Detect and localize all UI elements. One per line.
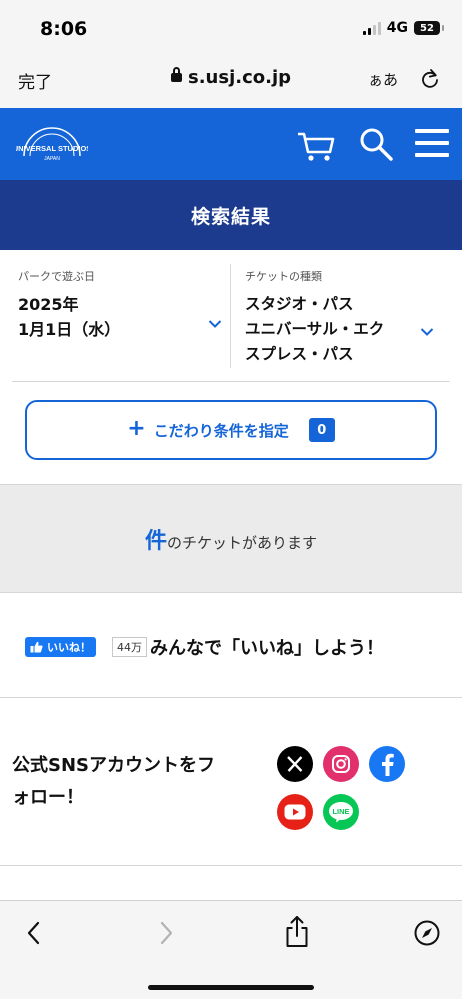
signal-icon [362,21,381,35]
sns-title-line-2: ォロー！ [12,787,84,808]
battery-icon: 52 [414,21,444,35]
sns-title: 公式SNSアカウントをフ ォロー！ [12,750,252,814]
x-icon[interactable] [277,746,313,782]
line-icon[interactable]: LINE [323,794,359,830]
instagram-icon[interactable] [323,746,359,782]
specify-conditions-label: こだわり条件を指定 [153,421,289,440]
search-icon[interactable] [358,126,394,166]
date-filter[interactable]: パークで遊ぶ日 2025年 1月1日（水） [18,264,222,368]
home-indicator [148,985,314,990]
like-section: いいね！ 44万 みんなで「いいね」しよう！ [0,592,462,698]
like-count: 44万 [112,637,147,657]
ticket-type-filter-label: チケットの種類 [245,270,322,283]
results-summary: 件のチケットがあります [0,484,462,592]
menu-icon[interactable] [415,128,449,162]
youtube-icon[interactable] [277,794,313,830]
lock-icon [170,67,182,82]
specify-conditions-button[interactable]: + こだわり条件を指定 0 [25,400,437,460]
cart-icon[interactable] [296,130,336,166]
battery-level: 52 [420,22,434,34]
date-value-day: 1月1日（水） [18,320,121,339]
ticket-type-filter[interactable]: チケットの種類 スタジオ・パス ユニバーサル・エク スプレス・パス [230,264,450,368]
date-value-year: 2025年 [18,295,79,314]
logo-text-bottom: JAPAN [44,156,60,162]
results-text: 件のチケットがあります [145,523,317,555]
page-title-bar: 検索結果 [0,180,462,250]
date-filter-label: パークで遊ぶ日 [18,270,95,283]
like-button-label: いいね！ [47,641,91,654]
status-time: 8:06 [40,18,88,40]
date-filter-value: 2025年 1月1日（水） [18,292,222,342]
text-size-button[interactable]: ぁあ [368,69,398,90]
browser-address-bar: 完了 s.usj.co.jp ぁあ [0,58,462,108]
compass-icon[interactable] [413,919,441,951]
sns-section: 公式SNSアカウントをフ ォロー！ LINE [0,698,462,866]
facebook-icon[interactable] [369,746,405,782]
url-text: s.usj.co.jp [187,67,292,88]
chevron-down-icon [420,322,434,341]
plus-icon: + [127,416,146,441]
page-continuation [0,866,462,900]
status-indicators: 4G 52 [362,20,444,36]
condition-count-badge: 0 [308,418,335,442]
back-icon[interactable] [24,919,44,951]
filter-panel: パークで遊ぶ日 2025年 1月1日（水） チケットの種類 スタジオ・パス ユニ… [0,250,462,484]
page-title: 検索結果 [190,205,271,228]
network-type: 4G [386,20,408,36]
chevron-down-icon [208,314,222,333]
results-message: のチケットがあります [167,533,318,552]
line-badge-text: LINE [332,807,349,816]
ticket-type-line-1: スタジオ・パス [245,295,354,313]
like-headline: みんなで「いいね」しよう！ [150,638,384,659]
status-bar: 8:06 4G 52 [0,0,462,58]
thumbs-up-icon [30,638,43,657]
logo-text-top: UNIVERSAL STUDIOS [16,144,88,153]
ticket-type-line-3: スプレス・パス [245,345,354,363]
reload-icon[interactable] [420,68,440,94]
share-icon[interactable] [284,915,310,953]
results-count: 件 [144,528,167,554]
filter-row: パークで遊ぶ日 2025年 1月1日（水） チケットの種類 スタジオ・パス ユニ… [12,264,450,382]
facebook-like-button[interactable]: いいね！ [25,637,96,657]
site-header: UNIVERSAL STUDIOS JAPAN [0,108,462,180]
universal-studios-logo[interactable]: UNIVERSAL STUDIOS JAPAN [13,126,91,166]
forward-icon[interactable] [156,919,176,951]
browser-toolbar [0,900,462,999]
sns-title-line-1: 公式SNSアカウントをフ [12,755,215,776]
